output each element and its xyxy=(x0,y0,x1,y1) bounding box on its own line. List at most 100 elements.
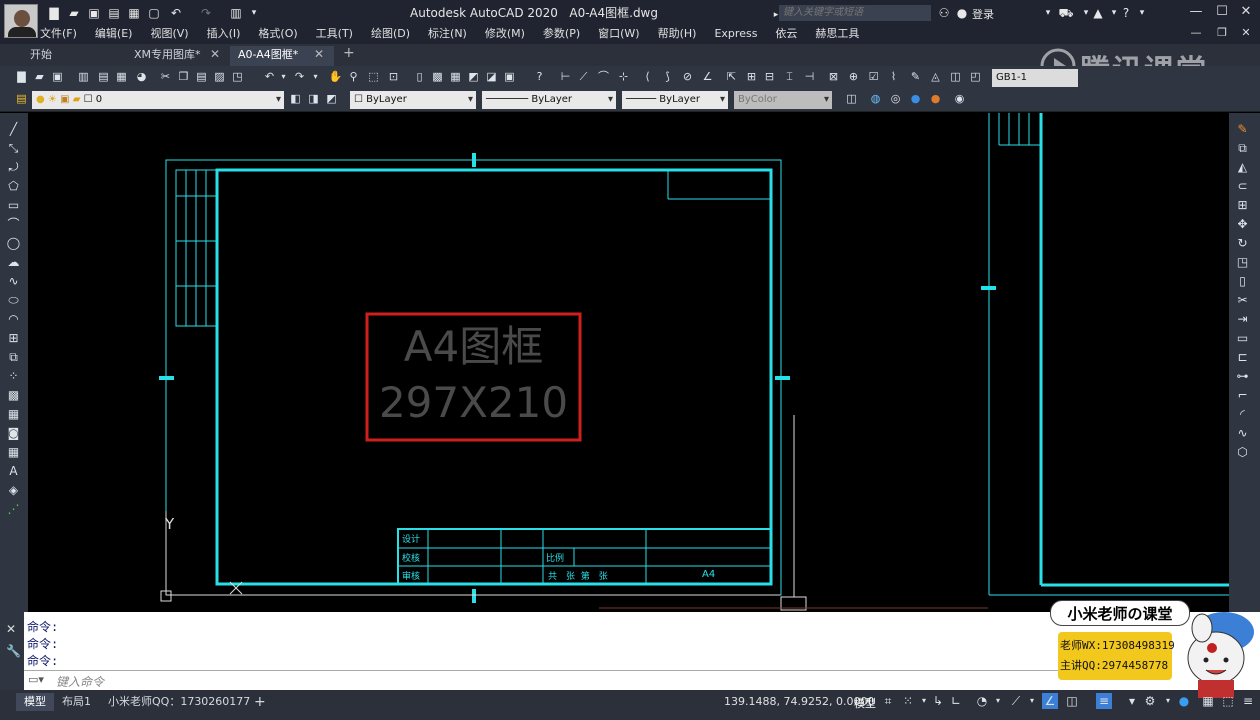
zoom-window-icon[interactable]: ⬚ xyxy=(366,69,381,84)
insert-block-icon[interactable]: ⊞ xyxy=(5,330,22,347)
doc-close-button[interactable]: ✕ xyxy=(1236,24,1256,42)
menu-window[interactable]: 窗口(W) xyxy=(598,25,639,43)
annotation-scale-icon[interactable]: ▾ xyxy=(1124,693,1140,709)
model-space-toggle[interactable]: 模型 xyxy=(854,695,876,711)
dim-style-icon[interactable]: ◰ xyxy=(968,69,983,84)
markup-icon[interactable]: ◪ xyxy=(484,69,499,84)
region-icon[interactable]: ◙ xyxy=(5,425,22,442)
plot-icon[interactable]: ▥ xyxy=(76,69,91,84)
tab-model[interactable]: 模型 xyxy=(16,693,54,711)
help-dropdown-icon[interactable]: ▾ xyxy=(1134,6,1150,20)
block-editor-icon[interactable]: ◳ xyxy=(230,69,245,84)
menu-parametric[interactable]: 参数(P) xyxy=(543,25,580,43)
grid-icon[interactable]: ⌗ xyxy=(880,693,896,709)
dim-aligned-icon[interactable]: ⟋ xyxy=(576,69,591,84)
dim-edit-icon[interactable]: ✎ xyxy=(908,69,923,84)
line-icon[interactable]: ╱ xyxy=(5,121,22,138)
new-file-icon[interactable]: ▇ xyxy=(46,6,62,20)
sheet-set-icon[interactable]: ◩ xyxy=(466,69,481,84)
osnap-dropdown-icon[interactable]: ▾ xyxy=(1024,693,1040,709)
stretch-icon[interactable]: ▯ xyxy=(1234,273,1251,290)
doc-minimize-button[interactable]: — xyxy=(1186,24,1206,42)
user-avatar[interactable] xyxy=(4,4,38,38)
trim-icon[interactable]: ✂ xyxy=(1234,292,1251,309)
visual-style-icon[interactable]: ◍ xyxy=(868,91,883,106)
jogged-linear-icon[interactable]: ⌇ xyxy=(886,69,901,84)
tab-layout-qq[interactable]: 小米老师QQ：1730260177 xyxy=(100,693,258,711)
color-select[interactable]: ☐ ByLayer ▾ xyxy=(350,91,476,109)
lineweight-select[interactable]: ───── ByLayer ▾ xyxy=(622,91,728,109)
revision-cloud-icon[interactable]: ☁ xyxy=(5,254,22,271)
dim-update-icon[interactable]: ◫ xyxy=(948,69,963,84)
realistic-icon[interactable]: ● xyxy=(908,91,923,106)
open-file-icon[interactable]: ▰ xyxy=(66,6,82,20)
layer-select[interactable]: ● ☀ ▣ ▰ ☐ 0 ▾ xyxy=(32,91,284,109)
object-snap-tracking-icon[interactable]: ⟋ xyxy=(1008,693,1024,709)
dim-space-icon[interactable]: ⌶ xyxy=(782,69,797,84)
dim-arc-icon[interactable]: ⌒ xyxy=(596,69,611,84)
menu-express[interactable]: Express xyxy=(714,25,757,43)
inspect-icon[interactable]: ☑ xyxy=(866,69,881,84)
layer-manager-icon[interactable]: ▤ xyxy=(14,91,29,106)
a360-icon[interactable]: ▲ xyxy=(1090,6,1106,20)
arc-icon[interactable]: ⌒ xyxy=(5,216,22,233)
menu-view[interactable]: 视图(V) xyxy=(150,25,188,43)
plotstyle-select[interactable]: ByColor ▾ xyxy=(734,91,832,109)
pan-icon[interactable]: ✋ xyxy=(328,69,343,84)
close-window-button[interactable]: ✕ xyxy=(1236,3,1256,21)
quickcalc-icon[interactable]: ▣ xyxy=(502,69,517,84)
more-tools-icon[interactable]: ⋰ xyxy=(5,501,22,518)
new-icon[interactable]: ▇ xyxy=(14,69,29,84)
drawing-canvas[interactable]: A4图框 297X210 设计 校核 审核 比例 共 张 第 张 A4 Y xyxy=(28,113,1229,613)
help-icon[interactable]: ? xyxy=(532,69,547,84)
tab-layout1[interactable]: 布局1 xyxy=(54,693,99,711)
search-input[interactable] xyxy=(779,5,931,21)
menu-yiyun[interactable]: 依云 xyxy=(775,25,797,43)
dim-continue-icon[interactable]: ⊟ xyxy=(762,69,777,84)
dim-text-edit-icon[interactable]: ◬ xyxy=(928,69,943,84)
help-icon[interactable]: ? xyxy=(1118,6,1134,20)
redo-icon[interactable]: ↷ xyxy=(292,69,307,84)
undo-icon[interactable]: ↶ xyxy=(262,69,277,84)
scale-icon[interactable]: ◳ xyxy=(1234,254,1251,271)
menu-insert[interactable]: 插入(I) xyxy=(207,25,241,43)
menu-tools[interactable]: 工具(T) xyxy=(316,25,353,43)
maximize-button[interactable]: ☐ xyxy=(1212,3,1232,21)
preview-icon[interactable]: ▤ xyxy=(96,69,111,84)
plot-icon[interactable]: ▥ xyxy=(228,6,244,20)
circle-icon[interactable]: ◯ xyxy=(5,235,22,252)
login-dropdown-icon[interactable]: ▾ xyxy=(1040,6,1056,20)
conceptual-icon[interactable]: ● xyxy=(928,91,943,106)
minimize-button[interactable]: — xyxy=(1186,3,1206,21)
menu-edit[interactable]: 编辑(E) xyxy=(95,25,133,43)
menu-modify[interactable]: 修改(M) xyxy=(485,25,525,43)
close-tab-icon[interactable]: ✕ xyxy=(210,47,220,61)
make-current-layer-icon[interactable]: ◧ xyxy=(288,91,303,106)
command-prompt-icon[interactable]: ▭▾ xyxy=(28,673,44,686)
lineweight-display-icon[interactable]: ∠ xyxy=(1042,693,1058,709)
chamfer-icon[interactable]: ⌐ xyxy=(1234,387,1251,404)
mirror-icon[interactable]: ◭ xyxy=(1234,159,1251,176)
blend-curves-icon[interactable]: ∿ xyxy=(1234,425,1251,442)
workspace-dropdown-icon[interactable]: ▾ xyxy=(1160,693,1176,709)
zoom-previous-icon[interactable]: ⊡ xyxy=(386,69,401,84)
menu-format[interactable]: 格式(O) xyxy=(258,25,297,43)
center-mark-icon[interactable]: ⊕ xyxy=(846,69,861,84)
dim-linear-icon[interactable]: ⊢ xyxy=(558,69,573,84)
ellipse-icon[interactable]: ⬭ xyxy=(5,292,22,309)
menu-file[interactable]: 文件(F) xyxy=(40,25,77,43)
dim-style-select[interactable]: GB1-1 xyxy=(992,69,1078,87)
close-active-tab-icon[interactable]: ✕ xyxy=(314,47,324,61)
break-at-point-icon[interactable]: ▭ xyxy=(1234,330,1251,347)
zoom-realtime-icon[interactable]: ⚲ xyxy=(346,69,361,84)
login-link[interactable]: 登录 xyxy=(972,6,994,22)
save-icon[interactable]: ▣ xyxy=(50,69,65,84)
polar-tracking-icon[interactable]: ◔ xyxy=(974,693,990,709)
hardware-accel-icon[interactable]: ▦ xyxy=(1200,693,1216,709)
save-icon[interactable]: ▣ xyxy=(86,6,102,20)
ellipse-arc-icon[interactable]: ◠ xyxy=(5,311,22,328)
move-icon[interactable]: ✥ xyxy=(1234,216,1251,233)
gradient-icon[interactable]: ▦ xyxy=(5,406,22,423)
ortho-icon[interactable]: ∟ xyxy=(948,693,964,709)
snap-icon[interactable]: ⁙ xyxy=(900,693,916,709)
